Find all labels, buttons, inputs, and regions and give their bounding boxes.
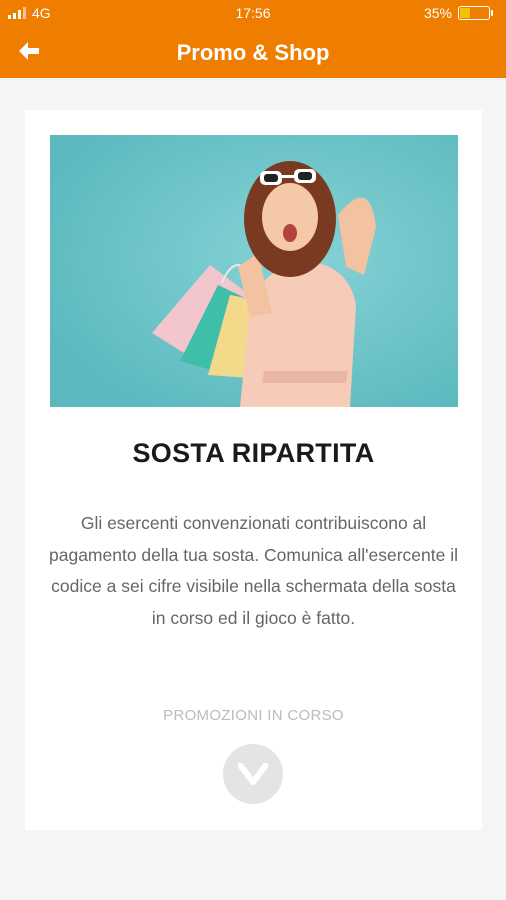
app-header: Promo & Shop [0, 26, 506, 78]
card-description: Gli esercenti convenzionati contribuisco… [49, 513, 458, 628]
promo-section-label: PROMOZIONI IN CORSO [163, 707, 344, 724]
status-right: 35% [423, 5, 493, 21]
battery-percent: 35% [423, 5, 452, 21]
battery-icon [458, 6, 493, 20]
promo-card: SOSTA RIPARTITA Gli esercenti convenzion… [25, 110, 482, 830]
battery-fill [460, 8, 470, 18]
page-title: Promo & Shop [176, 40, 330, 65]
top-bar: 4G 17:56 35% Promo & Shop [0, 0, 506, 78]
promo-hero-image [50, 135, 458, 407]
status-bar: 4G 17:56 35% [0, 0, 506, 26]
card-title: SOSTA RIPARTITA [132, 438, 375, 468]
expand-promotions-button[interactable] [223, 744, 283, 804]
chevron-down-icon [238, 763, 268, 785]
